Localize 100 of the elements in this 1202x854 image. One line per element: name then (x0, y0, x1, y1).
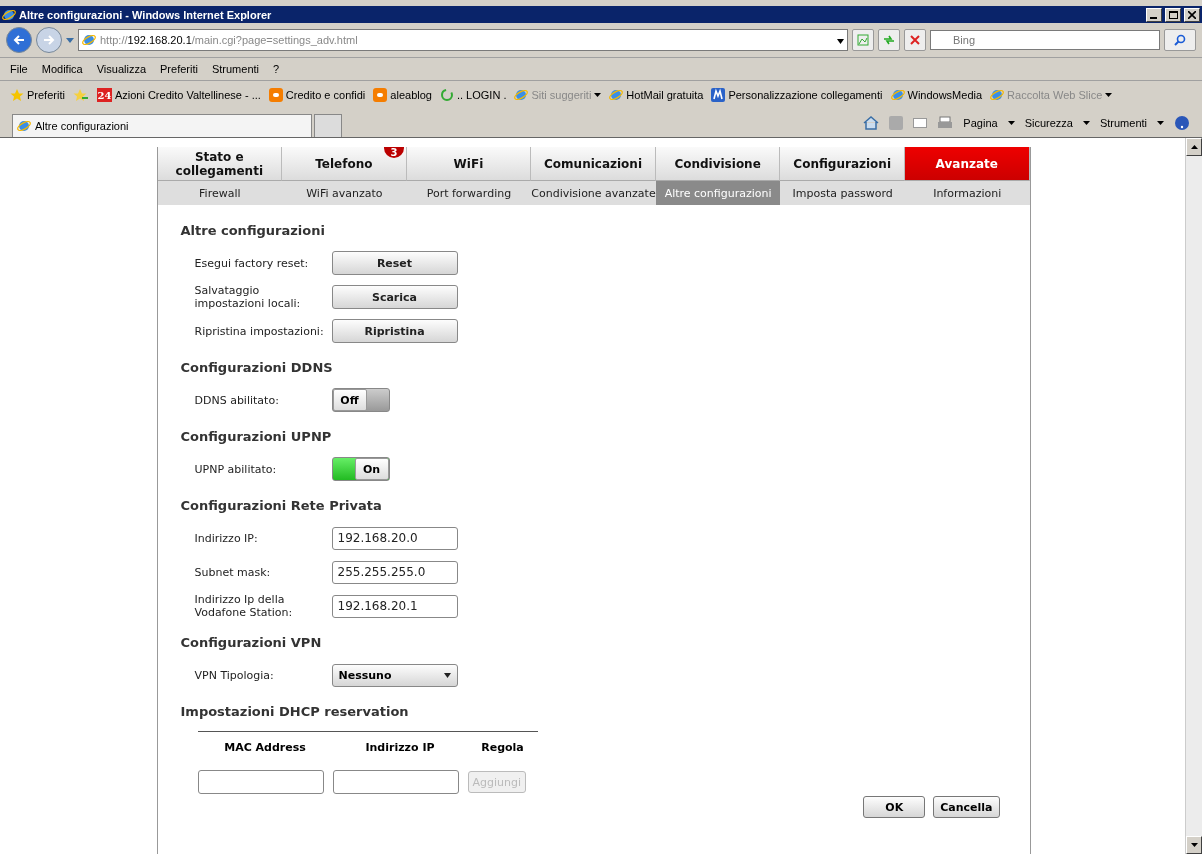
printer-icon[interactable] (937, 116, 954, 130)
sub-tab[interactable]: WiFi avanzato (282, 181, 407, 205)
field-label: DDNS abilitato: (194, 393, 280, 407)
action-button[interactable]: Ripristina (331, 319, 458, 343)
favorites-link[interactable]: aleablog (373, 88, 432, 102)
menu-item[interactable]: Visualizza (96, 63, 147, 75)
field-label: Esegui factory reset: (194, 256, 310, 270)
home-icon[interactable] (863, 116, 880, 130)
nav-tab[interactable]: Stato e collegamenti (157, 147, 283, 181)
sub-tab[interactable]: Port forwarding (406, 181, 532, 205)
notification-badge: 3 (384, 147, 405, 158)
dropdown[interactable]: Nessuno (331, 663, 458, 687)
section-title: Configurazioni VPN (180, 635, 323, 650)
caret-icon[interactable] (1082, 121, 1090, 125)
input-field[interactable]: 255.255.255.0 (331, 560, 458, 584)
toggle-switch[interactable]: Off (331, 388, 390, 412)
help-icon[interactable] (1174, 115, 1190, 131)
menu-item[interactable]: Preferiti (160, 63, 198, 75)
star-icon (10, 88, 24, 102)
command-button[interactable]: Strumenti (1099, 117, 1147, 129)
back-button[interactable] (6, 27, 32, 53)
favorites-button[interactable]: Preferiti (10, 88, 65, 102)
favorites-link[interactable]: 24 Azioni Credito Valtellinese - ... (96, 88, 261, 102)
back-arrow-icon (13, 34, 25, 46)
compatibility-icon[interactable] (852, 29, 874, 51)
menu-item[interactable]: Strumenti (211, 63, 259, 75)
column-header: MAC Address (223, 740, 307, 754)
command-button[interactable]: Sicurezza (1024, 117, 1073, 129)
window-title: Altre configurazioni - Windows Internet Explorer (19, 8, 273, 21)
favorites-link[interactable]: Personalizzazione collegamenti (711, 88, 883, 102)
nav-tab[interactable]: WiFi (406, 147, 532, 181)
input-field[interactable]: 192.168.20.0 (331, 526, 458, 550)
scroll-down-icon[interactable] (1186, 836, 1202, 854)
scroll-up-icon[interactable] (1186, 138, 1202, 156)
caret-icon (443, 672, 451, 678)
field-label: Subnet mask: (194, 565, 272, 579)
minimize-icon[interactable] (1146, 7, 1162, 22)
address-field[interactable]: http://192.168.20.1/main.cgi?page=settings_adv.html (78, 29, 848, 51)
field-label: Indirizzo Ip della Vodafone Station: (194, 593, 294, 619)
globe-e-icon (82, 33, 96, 47)
nav-tab[interactable]: Configurazioni (780, 147, 905, 181)
globe-e-icon (890, 88, 905, 102)
input-field[interactable]: 192.168.20.1 (331, 594, 458, 618)
favorites-link[interactable]: WindowsMedia (890, 88, 983, 102)
sub-tab[interactable]: Condivisione avanzate (531, 181, 656, 205)
favorites-link[interactable]: HotMail gratuita (609, 88, 704, 102)
action-button[interactable]: OK (863, 796, 926, 818)
globe-e-icon (17, 119, 31, 133)
maximize-icon[interactable] (1165, 7, 1181, 22)
nav-tab[interactable]: Comunicazioni (531, 147, 656, 181)
blog-icon (373, 88, 388, 102)
site-logo: 24 (96, 88, 112, 102)
globe-e-icon (990, 88, 1005, 102)
sub-tab[interactable]: Informazioni (904, 181, 1030, 205)
column-header: Regola (480, 740, 525, 754)
m-logo-icon (711, 88, 726, 102)
mail-icon[interactable] (913, 118, 928, 128)
caret-icon (1105, 93, 1113, 97)
field-label: Indirizzo IP: (194, 531, 259, 545)
caret-icon[interactable] (837, 39, 844, 44)
forward-button[interactable] (36, 27, 62, 53)
globe-e-icon (2, 7, 16, 22)
input-field[interactable] (332, 770, 459, 794)
action-button[interactable]: Reset (331, 251, 458, 275)
action-button[interactable]: Cancella (933, 796, 1000, 818)
forward-arrow-icon (43, 34, 55, 46)
refresh-icon[interactable] (878, 29, 900, 51)
favorites-link[interactable]: Credito e confidi (268, 88, 366, 102)
column-header: Indirizzo IP (364, 740, 436, 754)
section-title: Configurazioni DDNS (180, 360, 334, 375)
action-button[interactable]: Scarica (331, 285, 458, 309)
search-icon[interactable] (1164, 29, 1196, 51)
section-title: Configurazioni Rete Privata (180, 498, 383, 513)
menu-item[interactable]: File (10, 63, 28, 75)
menu-item[interactable]: Modifica (41, 63, 83, 75)
blog-icon (268, 88, 283, 102)
nav-tab[interactable]: Avanzate (904, 147, 1030, 181)
field-label: Ripristina impostazioni: (194, 324, 325, 338)
browser-tab[interactable]: Altre configurazioni (12, 114, 312, 137)
field-label: UPNP abilitato: (194, 462, 278, 476)
sub-tab[interactable]: Imposta password (780, 181, 905, 205)
sub-tab[interactable]: Firewall (157, 181, 283, 205)
menu-item[interactable]: ? (273, 63, 280, 75)
caret-icon[interactable] (1007, 121, 1015, 125)
globe-e-icon (514, 88, 529, 102)
caret-icon[interactable] (1157, 121, 1164, 125)
section-title: Altre configurazioni (180, 223, 326, 238)
new-tab-button[interactable] (314, 114, 342, 137)
nav-tab[interactable]: Condivisione (655, 147, 781, 181)
section-title: Configurazioni UPNP (180, 429, 333, 444)
search-field[interactable]: Bing (930, 30, 1160, 50)
field-label: Salvataggio impostazioni locali: (194, 284, 302, 310)
command-button[interactable]: Pagina (963, 117, 998, 129)
globe-e-icon (609, 88, 624, 102)
scrollbar[interactable] (1185, 138, 1202, 854)
input-field[interactable] (197, 770, 324, 794)
nav-tab[interactable]: Telefono 3 (282, 147, 407, 181)
toggle-switch[interactable]: On (331, 457, 390, 481)
favorites-link[interactable]: .. LOGIN . (439, 88, 507, 102)
caret-icon (594, 93, 602, 97)
